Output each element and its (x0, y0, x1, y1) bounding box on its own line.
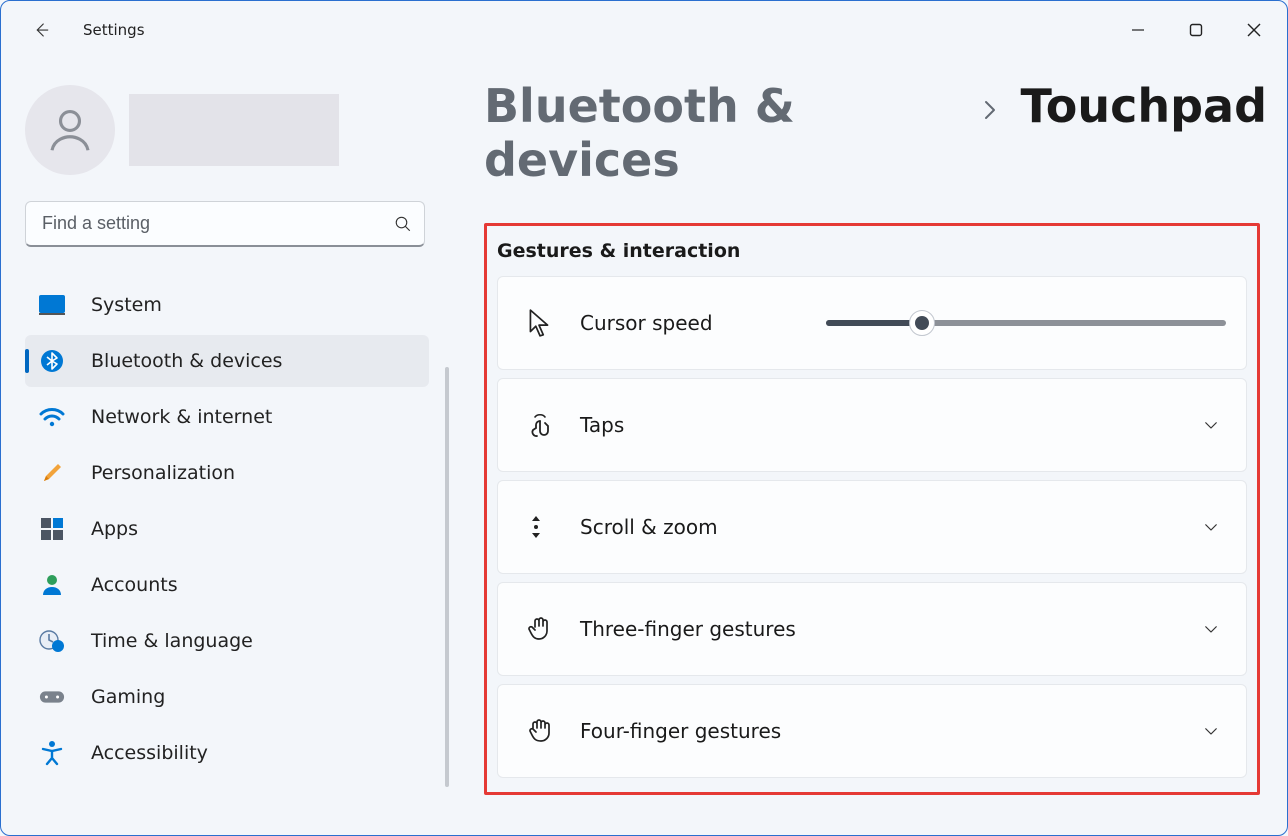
chevron-down-icon (1196, 620, 1226, 638)
wifi-icon (39, 404, 65, 430)
breadcrumb-parent[interactable]: Bluetooth & devices (484, 79, 960, 187)
sidebar-item-accounts[interactable]: Accounts (25, 559, 429, 611)
account-icon (39, 572, 65, 598)
sidebar-item-label: Personalization (91, 462, 235, 484)
sidebar-item-label: Apps (91, 518, 138, 540)
section-header: Gestures & interaction (497, 240, 1247, 262)
sidebar-item-apps[interactable]: Apps (25, 503, 429, 555)
sidebar-item-system[interactable]: System (25, 279, 429, 331)
sidebar-item-label: Bluetooth & devices (91, 350, 282, 372)
sidebar-item-label: System (91, 294, 162, 316)
avatar (25, 85, 115, 175)
setting-taps[interactable]: Taps (497, 378, 1247, 472)
accessibility-icon (39, 740, 65, 766)
scroll-zoom-icon (526, 513, 568, 541)
sidebar-item-gaming[interactable]: Gaming (25, 671, 429, 723)
highlighted-section: Gestures & interaction Cursor speed (484, 223, 1260, 795)
page-title: Touchpad (1020, 79, 1267, 133)
person-icon (43, 103, 97, 157)
close-icon (1247, 23, 1261, 37)
hand-icon (526, 615, 568, 643)
bluetooth-icon (39, 348, 65, 374)
titlebar: Settings (1, 1, 1287, 59)
breadcrumb: Bluetooth & devices Touchpad (484, 79, 1267, 187)
setting-label: Scroll & zoom (580, 515, 718, 539)
sidebar-item-time-language[interactable]: Time & language (25, 615, 429, 667)
app-title: Settings (83, 21, 145, 39)
sidebar-item-label: Network & internet (91, 406, 272, 428)
nav-scrollbar[interactable] (445, 367, 449, 787)
main-panel: Bluetooth & devices Touchpad Gestures & … (456, 59, 1287, 835)
apps-icon (39, 516, 65, 542)
sidebar-item-personalization[interactable]: Personalization (25, 447, 429, 499)
system-icon (39, 292, 65, 318)
cursor-icon (526, 308, 568, 338)
sidebar: System Bluetooth & devices Network & int… (1, 59, 456, 835)
minimize-icon (1131, 23, 1145, 37)
sidebar-item-accessibility[interactable]: Accessibility (25, 727, 429, 779)
slider-thumb[interactable] (909, 310, 935, 336)
tap-icon (526, 411, 568, 439)
cursor-speed-slider[interactable] (826, 320, 1226, 326)
sidebar-item-network[interactable]: Network & internet (25, 391, 429, 443)
gamepad-icon (39, 684, 65, 710)
maximize-button[interactable] (1167, 8, 1225, 52)
setting-scroll-zoom[interactable]: Scroll & zoom (497, 480, 1247, 574)
chevron-down-icon (1196, 518, 1226, 536)
setting-label: Cursor speed (580, 311, 713, 335)
sidebar-item-label: Gaming (91, 686, 165, 708)
sidebar-item-label: Accessibility (91, 742, 208, 764)
search-box[interactable] (25, 201, 425, 247)
chevron-down-icon (1196, 722, 1226, 740)
setting-label: Four-finger gestures (580, 719, 781, 743)
setting-cursor-speed: Cursor speed (497, 276, 1247, 370)
sidebar-item-label: Accounts (91, 574, 178, 596)
setting-label: Taps (580, 413, 624, 437)
close-button[interactable] (1225, 8, 1283, 52)
search-icon (394, 215, 412, 233)
paintbrush-icon (39, 460, 65, 486)
back-button[interactable] (21, 10, 61, 50)
sidebar-item-bluetooth-devices[interactable]: Bluetooth & devices (25, 335, 429, 387)
chevron-down-icon (1196, 416, 1226, 434)
chevron-right-icon (978, 95, 1002, 130)
maximize-icon (1189, 23, 1203, 37)
arrow-left-icon (32, 21, 50, 39)
account-header[interactable] (25, 85, 446, 175)
nav-list: System Bluetooth & devices Network & int… (25, 279, 429, 779)
setting-label: Three-finger gestures (580, 617, 796, 641)
clock-globe-icon (39, 628, 65, 654)
minimize-button[interactable] (1109, 8, 1167, 52)
hand-icon (526, 717, 568, 745)
account-name-placeholder (129, 94, 339, 166)
setting-four-finger-gestures[interactable]: Four-finger gestures (497, 684, 1247, 778)
setting-three-finger-gestures[interactable]: Three-finger gestures (497, 582, 1247, 676)
sidebar-item-label: Time & language (91, 630, 253, 652)
search-input[interactable] (40, 212, 394, 235)
